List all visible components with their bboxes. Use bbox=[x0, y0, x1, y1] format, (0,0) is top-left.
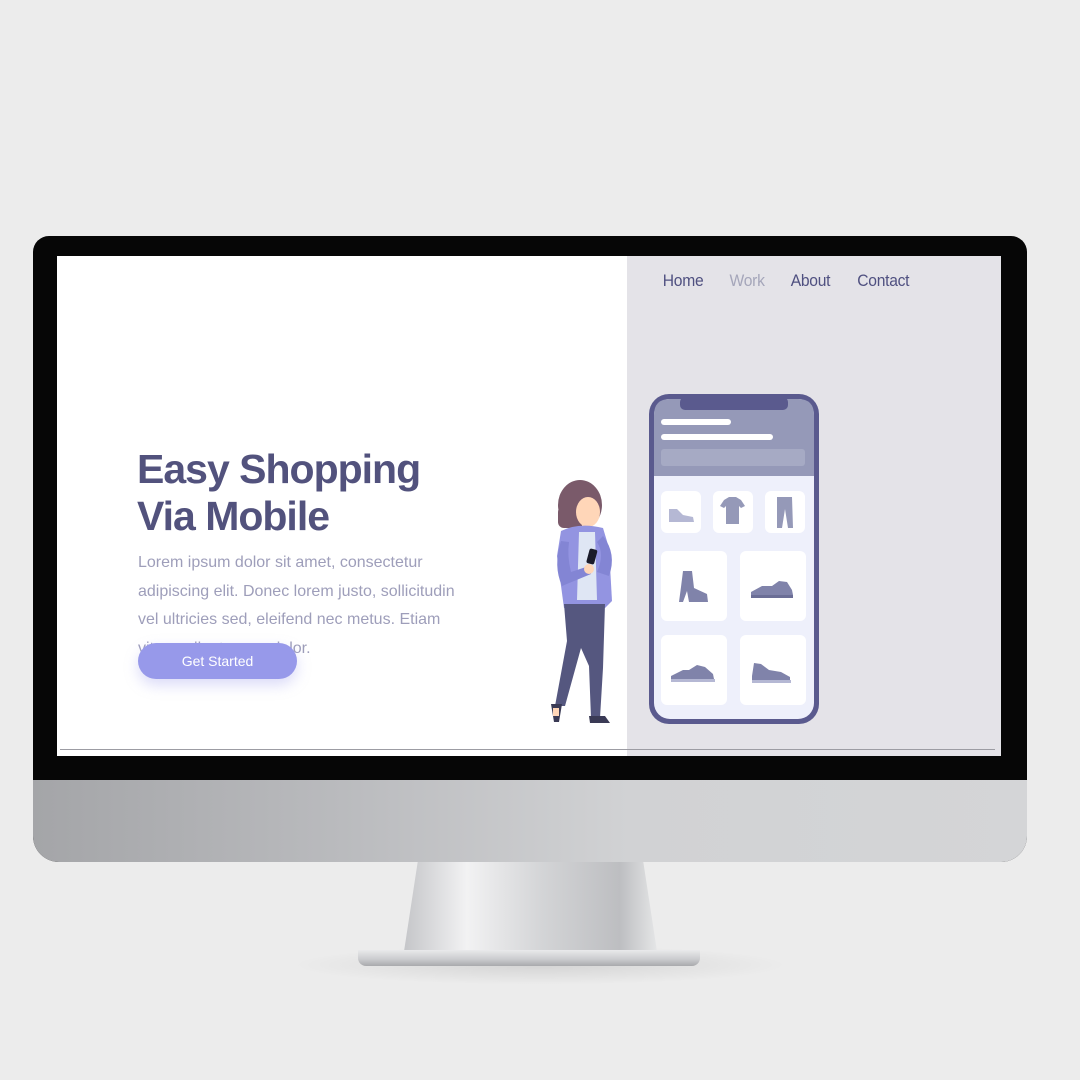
monitor-chin bbox=[33, 780, 1027, 862]
monitor-stand-base bbox=[358, 950, 700, 966]
shopping-illustration bbox=[551, 394, 819, 724]
monitor-screen: Home Work About Contact Easy Shopping Vi… bbox=[57, 256, 1001, 756]
screen-divider bbox=[60, 749, 995, 750]
monitor-stand bbox=[403, 858, 658, 958]
monitor: Home Work About Contact Easy Shopping Vi… bbox=[33, 236, 1027, 862]
woman-figure bbox=[551, 480, 612, 723]
